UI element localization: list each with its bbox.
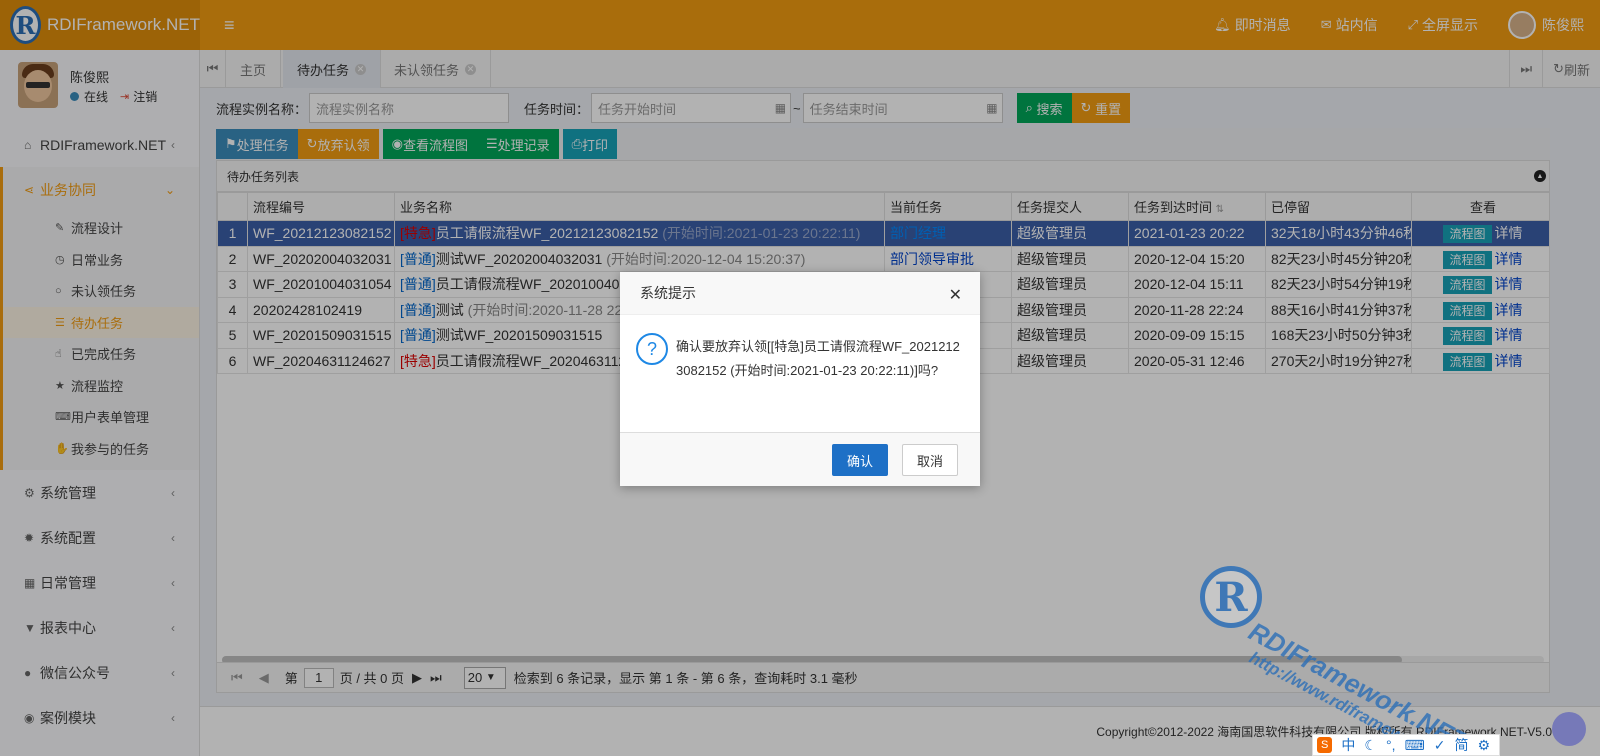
gear-icon[interactable]: ⚙ bbox=[1477, 737, 1490, 754]
dialog-footer: 确认 取消 bbox=[620, 432, 980, 486]
cancel-button[interactable]: 取消 bbox=[902, 444, 958, 476]
watermark-logo-icon: R bbox=[1200, 566, 1262, 628]
confirm-button[interactable]: 确认 bbox=[832, 444, 888, 476]
ime-chinese[interactable]: 中 bbox=[1341, 735, 1355, 755]
ime-logo-icon[interactable]: S bbox=[1317, 737, 1333, 753]
ime-simplified[interactable]: 简 bbox=[1454, 735, 1468, 755]
dialog-message: 确认要放弃认领[[特急]员工请假流程WF_20212123082152 (开始时… bbox=[676, 339, 960, 378]
moon-icon[interactable]: ☾ bbox=[1364, 737, 1377, 754]
keyboard-icon[interactable]: ⌨ bbox=[1404, 737, 1424, 754]
dialog-body: ? 确认要放弃认领[[特急]员工请假流程WF_20212123082152 (开… bbox=[620, 315, 980, 432]
floating-assistant-icon[interactable] bbox=[1552, 712, 1586, 746]
dialog-title: 系统提示 ✕ bbox=[620, 272, 980, 315]
close-icon[interactable]: ✕ bbox=[949, 285, 962, 305]
question-icon: ? bbox=[636, 333, 668, 365]
ime-toolbar: S 中 ☾ °, ⌨ ✓ 简 ⚙ bbox=[1312, 734, 1500, 756]
punctuation-icon[interactable]: °, bbox=[1386, 737, 1396, 753]
watermark: R RDIFramework.NET http://www.rdiframewo… bbox=[1200, 566, 1500, 756]
skin-icon[interactable]: ✓ bbox=[1434, 737, 1446, 754]
confirm-dialog: 系统提示 ✕ ? 确认要放弃认领[[特急]员工请假流程WF_2021212308… bbox=[620, 272, 980, 486]
